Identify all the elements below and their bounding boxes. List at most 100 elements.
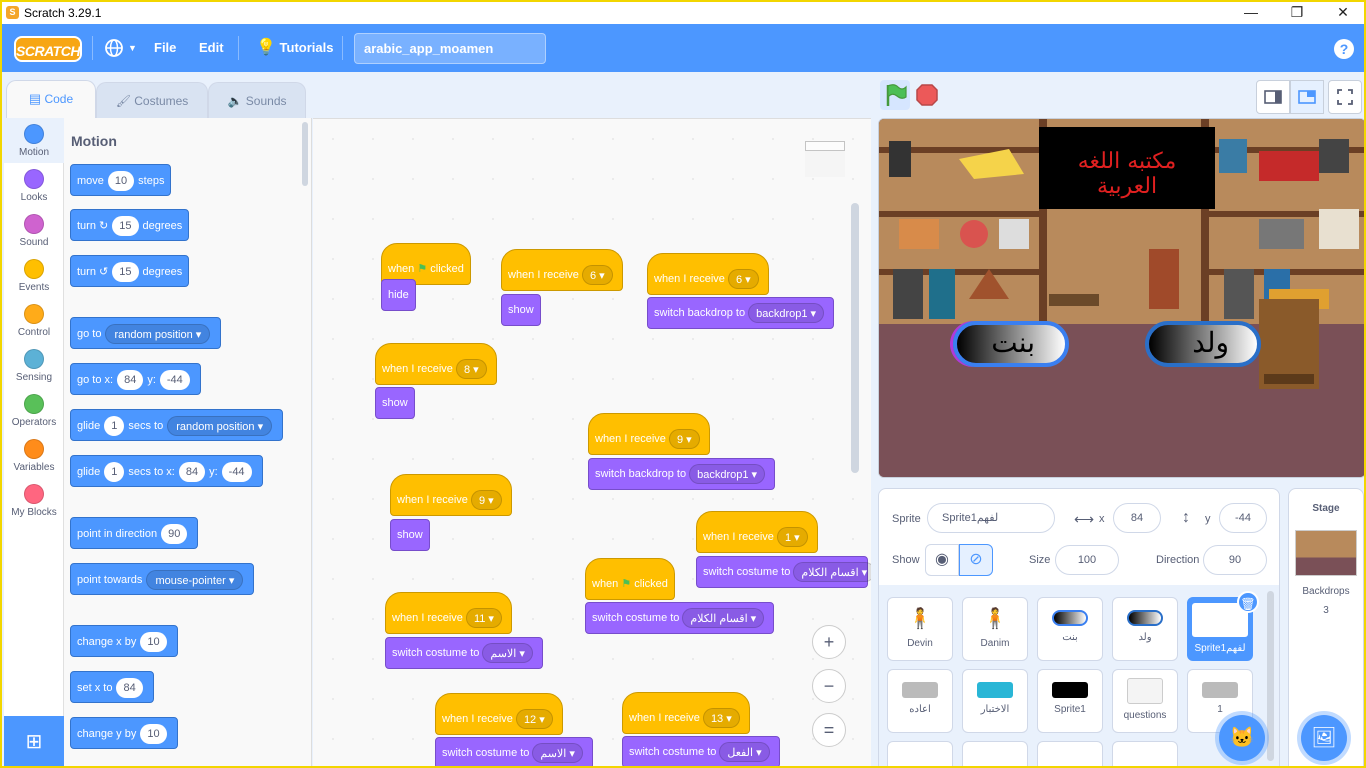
x-input[interactable]: 84 bbox=[1113, 503, 1161, 533]
sprite-button-girl[interactable]: بنت bbox=[953, 321, 1069, 367]
hat-when-i-receive-9-b[interactable]: when I receive 9 ▾ bbox=[390, 474, 512, 516]
block-switch-costume[interactable]: switch costume to اقسام الكلام ▾ bbox=[585, 602, 775, 634]
project-title-input[interactable]: arabic_app_moamen bbox=[354, 33, 546, 64]
hat-when-i-receive-11[interactable]: when I receive 11 ▾ bbox=[385, 592, 512, 634]
block-switch-costume[interactable]: switch costume to الاسم ▾ bbox=[435, 737, 593, 766]
size-input[interactable]: 100 bbox=[1055, 545, 1119, 575]
sprite-thumb: 🧍 bbox=[977, 606, 1013, 632]
hat-when-i-receive-13[interactable]: when I receive 13 ▾ bbox=[622, 692, 750, 734]
normal-stage-icon bbox=[1298, 90, 1316, 104]
fullscreen-button[interactable] bbox=[1328, 80, 1362, 114]
hat-when-i-receive-6-b[interactable]: when I receive 6 ▾ bbox=[647, 253, 769, 295]
block-hide[interactable]: hide bbox=[381, 279, 416, 311]
y-input[interactable]: -44 bbox=[1219, 503, 1267, 533]
block-switch-costume[interactable]: switch costume to الفعل ▾ bbox=[622, 736, 780, 766]
close-button[interactable]: ✕ bbox=[1320, 2, 1364, 24]
green-flag-button[interactable] bbox=[880, 80, 910, 110]
tab-costumes[interactable]: 🖌 Costumes bbox=[96, 82, 208, 118]
sprite-tile-partial[interactable] bbox=[1112, 741, 1178, 766]
block-change-x[interactable]: change x by 10 bbox=[70, 625, 178, 657]
choose-backdrop-button[interactable]: 🖼 bbox=[1301, 715, 1347, 761]
hat-when-i-receive-8[interactable]: when I receive 8 ▾ bbox=[375, 343, 497, 385]
block-glide[interactable]: glide 1 secs to random position ▾ bbox=[70, 409, 284, 441]
file-menu[interactable]: File bbox=[154, 24, 176, 72]
category-looks[interactable]: Looks bbox=[4, 163, 64, 208]
hat-when-i-receive-9-a[interactable]: when I receive 9 ▾ bbox=[588, 413, 710, 455]
sprite-button-boy[interactable]: ولد bbox=[1145, 321, 1261, 367]
language-menu[interactable]: ▼ bbox=[104, 24, 140, 72]
normal-stage-button[interactable] bbox=[1290, 80, 1324, 114]
stage-canvas[interactable]: مكتبه اللغه العربية بنت ولد bbox=[878, 118, 1364, 478]
sprite-tile-partial[interactable] bbox=[962, 741, 1028, 766]
scratch-logo[interactable]: SCRATCH bbox=[14, 36, 82, 62]
sprite-tile-boy[interactable]: ولد bbox=[1112, 597, 1178, 661]
block-switch-backdrop[interactable]: switch backdrop to backdrop1 ▾ bbox=[647, 297, 835, 329]
sprite-tile-sprite1[interactable]: Sprite1 bbox=[1037, 669, 1103, 733]
block-switch-costume[interactable]: switch costume to اقسام الكلام ▾ bbox=[696, 556, 871, 588]
sprite-tile-danim[interactable]: 🧍 Danim bbox=[962, 597, 1028, 661]
minimize-button[interactable]: — bbox=[1228, 2, 1274, 24]
restore-button[interactable]: ❐ bbox=[1274, 2, 1320, 24]
edit-menu[interactable]: Edit bbox=[199, 24, 224, 72]
block-point-direction[interactable]: point in direction 90 bbox=[70, 517, 199, 549]
sprite-tile-partial[interactable] bbox=[1037, 741, 1103, 766]
sprite-tile-test[interactable]: الاختبار bbox=[962, 669, 1028, 733]
category-sound[interactable]: Sound bbox=[4, 208, 64, 253]
zoom-reset-button[interactable]: = bbox=[812, 713, 846, 747]
block-goto[interactable]: go to random position ▾ bbox=[70, 317, 222, 349]
sprite-name-input[interactable]: Sprite1لفهم bbox=[927, 503, 1055, 533]
stop-button[interactable] bbox=[912, 80, 942, 110]
category-control[interactable]: Control bbox=[4, 298, 64, 343]
sprite-tile-selected[interactable]: Sprite1لفهم 🗑 bbox=[1187, 591, 1259, 661]
category-variables[interactable]: Variables bbox=[4, 433, 64, 478]
category-motion[interactable]: Motion bbox=[4, 118, 64, 163]
hat-when-flag-clicked-2[interactable]: when ⚑ clicked bbox=[585, 558, 675, 600]
tab-code[interactable]: ▤ Code bbox=[6, 80, 96, 118]
block-show[interactable]: show bbox=[501, 294, 541, 326]
sprite-tile-repeat[interactable]: اعاده bbox=[887, 669, 953, 733]
show-visible-button[interactable]: ◉ bbox=[925, 544, 959, 576]
category-sensing[interactable]: Sensing bbox=[4, 343, 64, 388]
palette-scrollbar[interactable] bbox=[302, 122, 308, 186]
block-turn-right[interactable]: turn ↻ 15 degrees bbox=[70, 209, 190, 241]
delete-sprite-button[interactable]: 🗑 bbox=[1237, 591, 1259, 613]
block-turn-left[interactable]: turn ↺ 15 degrees bbox=[70, 255, 190, 287]
add-extension-button[interactable]: ⊞ bbox=[4, 716, 64, 766]
sprite-list-scrollbar[interactable] bbox=[1267, 591, 1274, 761]
block-switch-backdrop[interactable]: switch backdrop to backdrop1 ▾ bbox=[588, 458, 776, 490]
block-show[interactable]: show bbox=[375, 387, 415, 419]
block-show[interactable]: show bbox=[390, 519, 430, 551]
block-move-steps[interactable]: move 10 steps bbox=[70, 164, 172, 196]
small-stage-button[interactable] bbox=[1256, 80, 1290, 114]
sprite-tile-partial[interactable] bbox=[887, 741, 953, 766]
tab-sounds-label: Sounds bbox=[245, 94, 287, 108]
block-glide-xy[interactable]: glide 1 secs to x: 84 y: -44 bbox=[70, 455, 263, 487]
sprite-label: Sprite bbox=[892, 513, 921, 525]
tutorials-menu[interactable]: 💡 Tutorials bbox=[256, 24, 333, 72]
block-point-towards[interactable]: point towards mouse-pointer ▾ bbox=[70, 563, 255, 595]
stage-selector[interactable]: Stage Backdrops 3 🖼 bbox=[1288, 488, 1364, 766]
hat-when-i-receive-1[interactable]: when I receive 1 ▾ bbox=[696, 511, 818, 553]
sprite-tile-girl[interactable]: بنت bbox=[1037, 597, 1103, 661]
script-workspace[interactable]: when ⚑ clicked hide when I receive 6 ▾ sh… bbox=[313, 118, 871, 766]
zoom-in-button[interactable]: + bbox=[812, 625, 846, 659]
sprite-tile-questions[interactable]: questions bbox=[1112, 669, 1178, 733]
help-button[interactable]: ? bbox=[1334, 39, 1354, 59]
tab-sounds[interactable]: 🔈 Sounds bbox=[208, 82, 306, 118]
category-operators[interactable]: Operators bbox=[4, 388, 64, 433]
direction-input[interactable]: 90 bbox=[1203, 545, 1267, 575]
workspace-scrollbar[interactable] bbox=[851, 203, 859, 473]
show-hidden-button[interactable]: ⊘ bbox=[959, 544, 993, 576]
block-set-x[interactable]: set x to 84 bbox=[70, 671, 154, 703]
block-goto-xy[interactable]: go to x: 84 y: -44 bbox=[70, 363, 201, 395]
category-my-blocks[interactable]: My Blocks bbox=[4, 478, 64, 523]
hat-when-i-receive-6-a[interactable]: when I receive 6 ▾ bbox=[501, 249, 623, 291]
tutorials-label: Tutorials bbox=[279, 40, 334, 55]
category-events[interactable]: Events bbox=[4, 253, 64, 298]
sprite-tile-devin[interactable]: 🧍 Devin bbox=[887, 597, 953, 661]
block-switch-costume[interactable]: switch costume to الاسم ▾ bbox=[385, 637, 543, 669]
block-change-y[interactable]: change y by 10 bbox=[70, 717, 178, 749]
choose-sprite-button[interactable]: 🐱 bbox=[1219, 715, 1265, 761]
zoom-out-button[interactable]: − bbox=[812, 669, 846, 703]
hat-when-i-receive-12[interactable]: when I receive 12 ▾ bbox=[435, 693, 563, 735]
